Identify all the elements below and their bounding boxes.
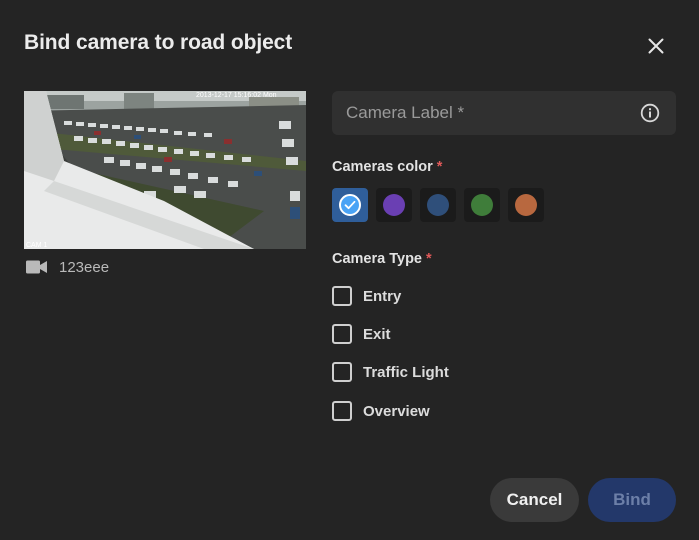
required-mark: * bbox=[436, 159, 443, 175]
color-dot bbox=[427, 194, 449, 216]
video-camera-icon bbox=[26, 260, 47, 274]
required-mark: * bbox=[426, 251, 432, 267]
checkbox-box[interactable] bbox=[332, 286, 352, 306]
checkbox-exit[interactable]: Exit bbox=[332, 324, 391, 344]
checkbox-label: Overview bbox=[363, 402, 430, 420]
color-swatch-group bbox=[332, 188, 544, 222]
checkmark-icon bbox=[344, 200, 356, 210]
color-swatch[interactable] bbox=[464, 188, 500, 222]
bind-camera-dialog: Bind camera to road object 2013-12-17 15… bbox=[0, 0, 699, 540]
cameras-color-label: Cameras color * bbox=[332, 159, 443, 175]
checkbox-entry[interactable]: Entry bbox=[332, 286, 401, 306]
color-swatch[interactable] bbox=[376, 188, 412, 222]
close-button[interactable] bbox=[642, 32, 670, 60]
color-swatch[interactable] bbox=[420, 188, 456, 222]
checkbox-label: Traffic Light bbox=[363, 363, 449, 381]
close-icon bbox=[648, 38, 664, 54]
color-dot bbox=[471, 194, 493, 216]
color-dot bbox=[383, 194, 405, 216]
bind-button[interactable]: Bind bbox=[588, 478, 676, 522]
color-dot bbox=[515, 194, 537, 216]
camera-label-field[interactable] bbox=[332, 91, 676, 135]
checkbox-overview[interactable]: Overview bbox=[332, 401, 430, 421]
checkbox-box[interactable] bbox=[332, 401, 352, 421]
dialog-title: Bind camera to road object bbox=[24, 31, 293, 54]
info-icon[interactable] bbox=[640, 103, 660, 123]
checkbox-label: Entry bbox=[363, 287, 402, 305]
checkbox-label: Exit bbox=[363, 325, 391, 343]
color-dot bbox=[339, 194, 361, 216]
color-swatch[interactable] bbox=[508, 188, 544, 222]
camera-type-label: Camera Type * bbox=[332, 251, 432, 267]
camera-name: 123eee bbox=[59, 258, 110, 276]
camera-label-input[interactable] bbox=[346, 103, 640, 123]
color-swatch[interactable] bbox=[332, 188, 368, 222]
camera-timestamp: 2013-12-17 15:16:02 Mon bbox=[196, 92, 277, 99]
checkbox-traffic-light[interactable]: Traffic Light bbox=[332, 362, 449, 382]
cancel-button[interactable]: Cancel bbox=[490, 478, 579, 522]
checkbox-box[interactable] bbox=[332, 362, 352, 382]
camera-overlay-label: CAM 1 bbox=[26, 242, 48, 249]
camera-name-row: 123eee bbox=[26, 257, 109, 277]
checkbox-box[interactable] bbox=[332, 324, 352, 344]
camera-preview-image: 2013-12-17 15:16:02 Mon CAM 1 bbox=[24, 91, 306, 249]
